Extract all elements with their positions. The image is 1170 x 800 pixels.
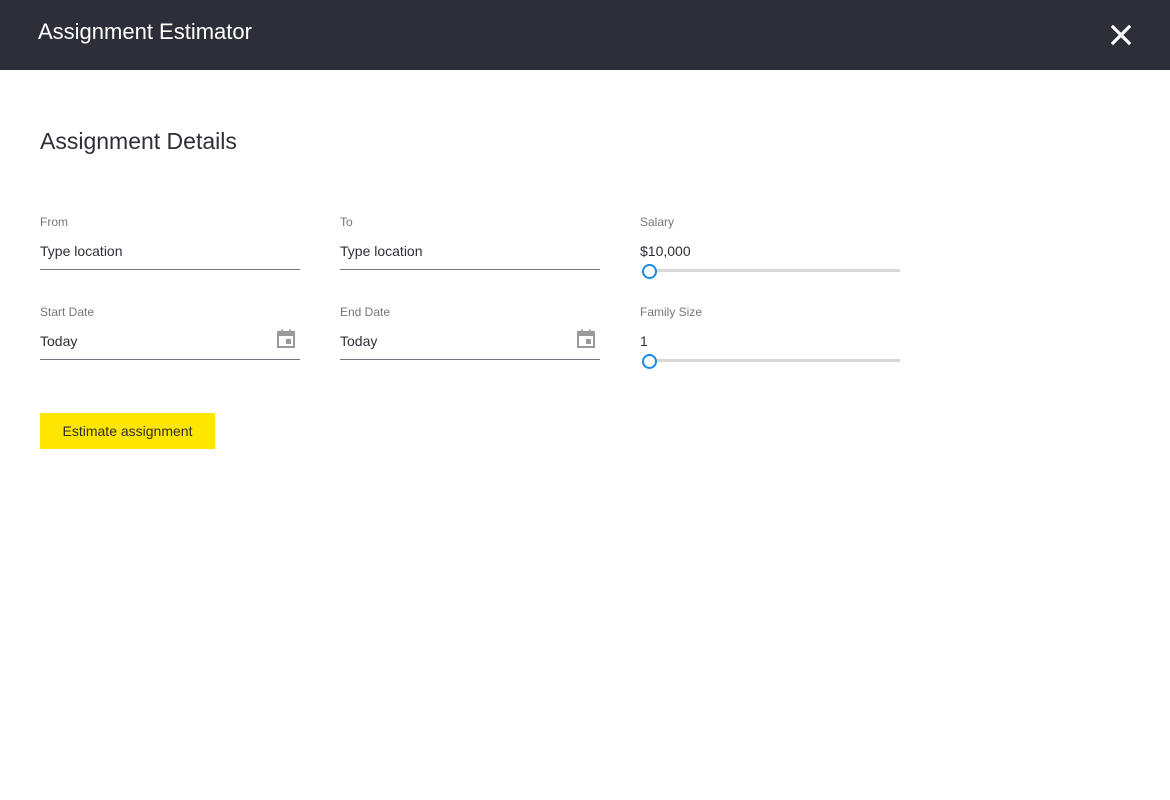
start-date-underline [40,359,300,360]
family-size-label: Family Size [640,305,703,319]
to-label: To [340,215,353,229]
estimate-assignment-button[interactable]: Estimate assignment [40,413,215,449]
end-date-label: End Date [340,305,391,319]
calendar-icon[interactable] [276,329,296,349]
to-underline [340,269,600,270]
from-underline [40,269,300,270]
from-label: From [40,215,68,229]
app-header: Assignment Estimator [0,0,1170,70]
end-date-underline [340,359,600,360]
family-size-slider-track[interactable] [648,359,900,362]
app-title: Assignment Estimator [38,19,252,44]
family-size-slider-thumb[interactable] [642,354,657,369]
from-input[interactable]: Type location [40,243,123,259]
salary-slider-thumb[interactable] [642,264,657,279]
end-date-input[interactable]: Today [340,333,377,349]
calendar-icon[interactable] [576,329,596,349]
section-title: Assignment Details [40,128,237,154]
salary-slider-track[interactable] [648,269,900,272]
family-size-value: 1 [640,333,648,349]
salary-label: Salary [640,215,675,229]
start-date-label: Start Date [40,305,95,319]
close-icon[interactable] [1108,22,1134,48]
to-input[interactable]: Type location [340,243,423,259]
salary-value: $10,000 [640,243,691,259]
start-date-input[interactable]: Today [40,333,77,349]
